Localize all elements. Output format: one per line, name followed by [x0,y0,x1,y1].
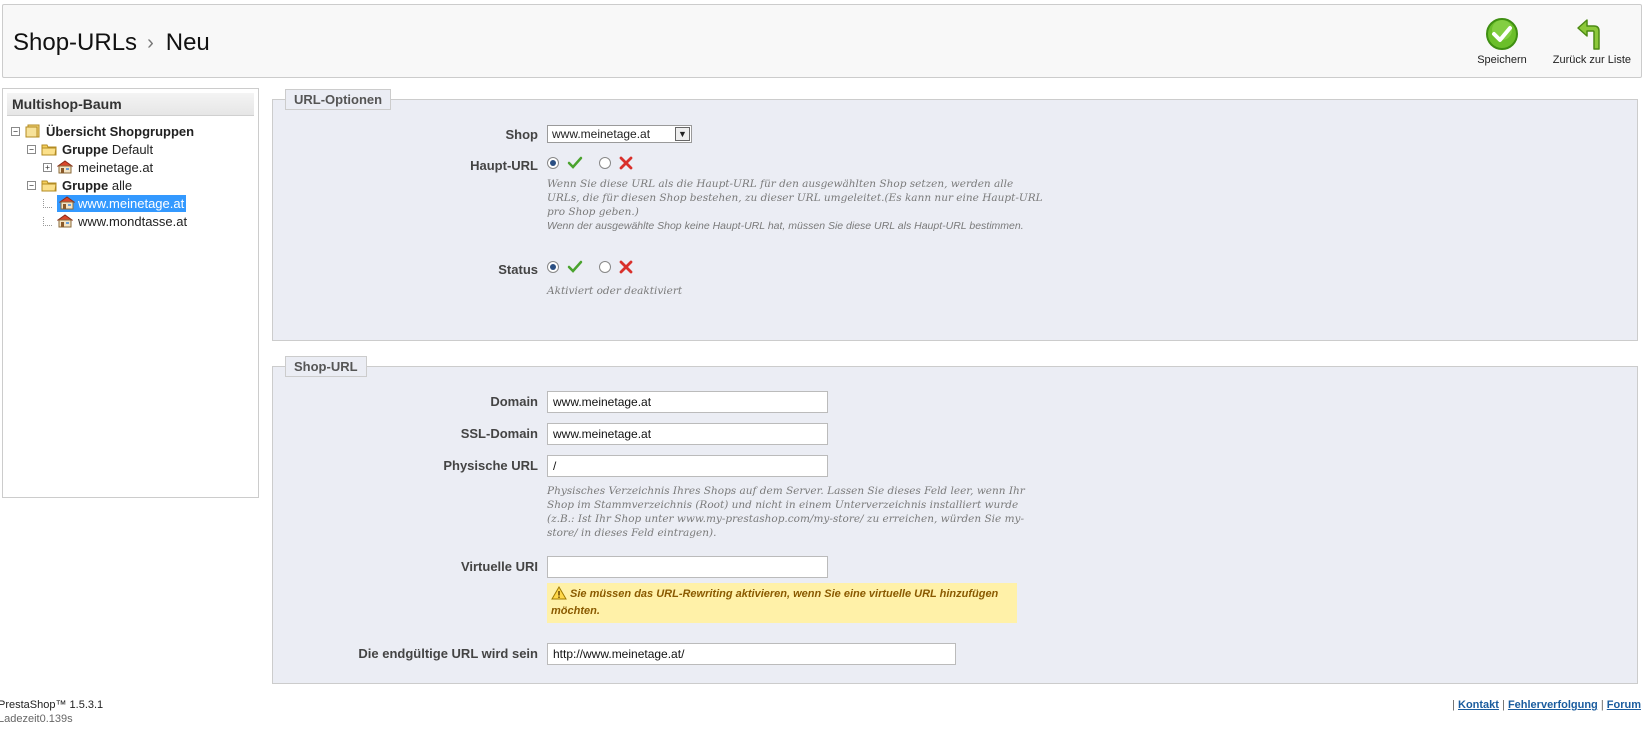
tree-item-suffix: www.meinetage.at [78,195,185,211]
main-url-radio-group [547,156,633,170]
tree-item-shopgroups[interactable]: − Übersicht Shopgruppen [11,122,258,140]
save-label: Speichern [1477,54,1527,66]
chevron-down-icon[interactable]: ▼ [675,127,690,141]
forum-link[interactable]: Forum [1607,699,1641,711]
main-url-label: Haupt-URL [470,158,538,173]
tree-item-group-default[interactable]: − Gruppe Default [11,140,258,158]
save-check-icon [1485,18,1518,50]
collapse-toggle-icon[interactable]: − [27,180,36,190]
expand-toggle-icon[interactable]: + [43,162,52,172]
collapse-toggle-icon[interactable]: − [27,144,36,154]
tree-item-suffix: meinetage.at [78,159,154,175]
shop-icon [59,196,75,210]
main-url-hint: Wenn Sie diese URL als die Haupt-URL für… [547,177,1047,233]
tree-item-meinetage[interactable]: + meinetage.at [11,158,258,176]
tree-item-www-mondtasse[interactable]: www.mondtasse.at [11,212,258,230]
status-label: Status [498,262,538,277]
collapse-toggle-icon[interactable]: − [11,126,20,136]
footer-separator: | [1502,699,1505,711]
toolbar: Speichern Zurück zur Liste [1477,17,1631,66]
tree-item-suffix: alle [111,177,133,193]
virtual-uri-input[interactable] [547,556,828,578]
tree-item-prefix: Gruppe [62,177,109,193]
status-radio-group [547,260,633,274]
footer-separator: | [1452,699,1455,711]
physical-url-label: Physische URL [443,458,538,473]
main-url-yes-radio[interactable] [547,157,559,169]
domain-label: Domain [490,394,538,409]
status-off-radio[interactable] [599,261,611,273]
url-options-legend: URL-Optionen [285,89,392,110]
cross-icon [619,260,633,274]
tree-item-suffix: Default [111,141,154,157]
tree-item-prefix: Übersicht Shopgruppen [46,123,195,139]
page-header: Shop-URLs › Neu Speichern Zurück zur Liste [2,4,1642,78]
warning-icon [551,586,567,600]
breadcrumb-root[interactable]: Shop-URLs [13,29,137,56]
breadcrumb-current: Neu [165,29,210,56]
virtual-uri-warning-text: Sie müssen das URL-Rewriting aktivieren,… [551,588,999,617]
footer-version: PrestaShop™ 1.5.3.1 [0,699,104,711]
ssl-domain-input[interactable] [547,423,828,445]
tree-item-group-alle[interactable]: − Gruppe alle [11,176,258,194]
shopgroups-icon [25,124,40,138]
contact-link[interactable]: Kontakt [1458,699,1499,711]
multishop-tree-panel: Multishop-Baum − Übersicht Shopgruppen −… [2,88,259,498]
physical-url-input[interactable] [547,455,828,477]
tree-title: Multishop-Baum [7,93,254,116]
domain-input[interactable] [547,391,828,413]
ssl-domain-label: SSL-Domain [460,426,538,441]
cross-icon [619,156,633,170]
shop-url-fieldset: Shop-URL Domain SSL-Domain Physische URL… [272,356,1638,684]
footer-load-time: Ladezeit0.139s [0,713,73,725]
breadcrumb: Shop-URLs › Neu [13,29,210,57]
back-to-list-button[interactable]: Zurück zur Liste [1553,17,1631,66]
check-icon [567,260,583,273]
save-button[interactable]: Speichern [1477,17,1527,66]
folder-icon [41,180,57,192]
physical-url-hint: Physisches Verzeichnis Ihres Shops auf d… [547,485,1025,539]
footer-separator: | [1600,699,1604,711]
shop-select-wrap: www.meinetage.at ▼ [547,125,692,143]
url-options-fieldset: URL-Optionen Shop www.meinetage.at ▼ Hau… [272,89,1638,341]
check-icon [567,156,583,169]
virtual-uri-label: Virtuelle URI [460,559,538,574]
breadcrumb-separator: › [147,32,154,54]
shop-label: Shop [505,127,539,142]
final-url-label: Die endgültige URL wird sein [358,646,538,661]
main-url-hint-2: Wenn der ausgewählte Shop keine Haupt-UR… [547,220,1024,232]
status-hint: Aktiviert oder deaktiviert [547,285,683,297]
shop-url-legend: Shop-URL [285,356,367,377]
tree-item-www-meinetage[interactable]: www.meinetage.at [11,194,258,212]
status-on-radio[interactable] [547,261,559,273]
shop-select-value: www.meinetage.at [552,127,651,141]
main-url-no-radio[interactable] [599,157,611,169]
multishop-tree: − Übersicht Shopgruppen − Gruppe Default… [11,122,258,230]
shop-icon [57,214,73,228]
tree-item-prefix: Gruppe [62,141,109,157]
footer-links: | Kontakt | Fehlerverfolgung | Forum [1452,699,1641,711]
tree-connector [43,198,52,208]
back-arrow-icon [1577,19,1600,50]
footer-version-info: PrestaShop™ 1.5.3.1 Ladezeit0.139s [0,698,103,726]
folder-icon [41,144,57,156]
tree-connector [43,216,52,226]
final-url-input[interactable] [547,643,956,665]
shop-select[interactable]: www.meinetage.at ▼ [547,125,692,143]
virtual-uri-warning: Sie müssen das URL-Rewriting aktivieren,… [547,583,1017,623]
tree-item-suffix: www.mondtasse.at [78,213,188,229]
main-url-hint-1: Wenn Sie diese URL als die Haupt-URL für… [547,178,1043,218]
shop-icon [57,160,73,174]
bugtracker-link[interactable]: Fehlerverfolgung [1508,699,1598,711]
back-label: Zurück zur Liste [1552,54,1631,66]
